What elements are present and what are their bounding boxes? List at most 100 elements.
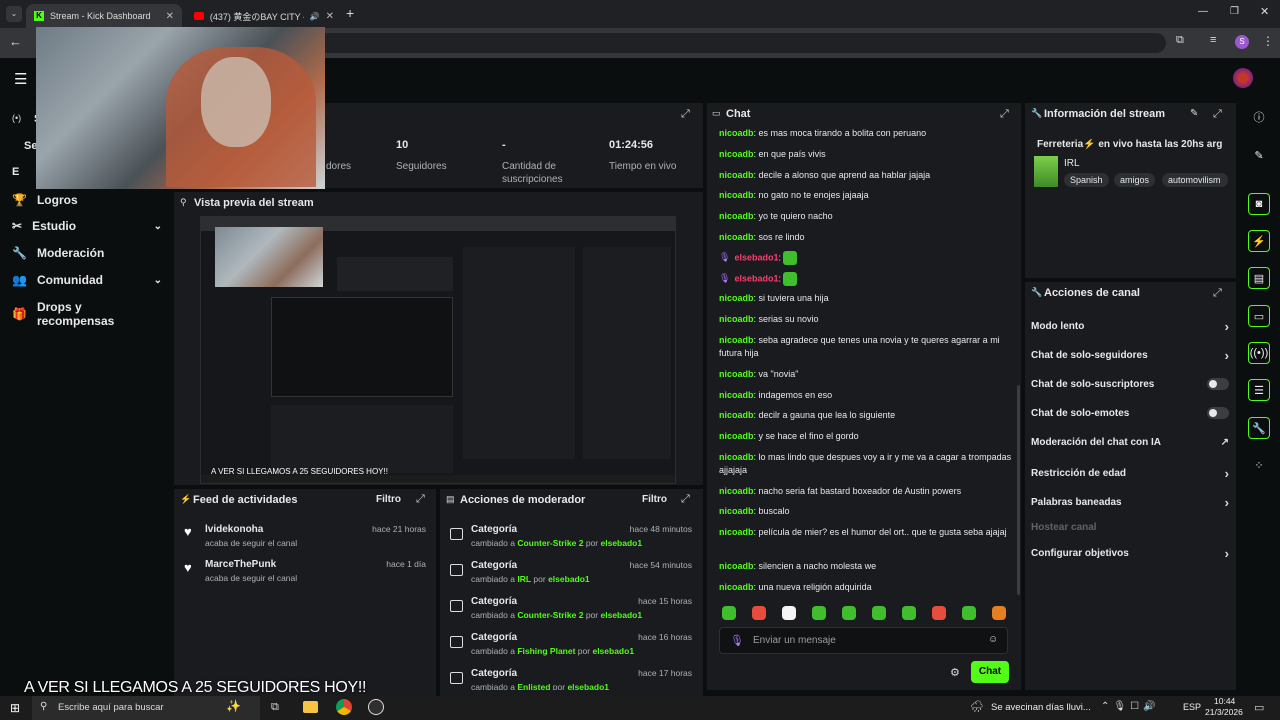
sidebar-item-estudio[interactable]: ✂ Estudio ⌄ (12, 219, 162, 233)
tool-icon[interactable]: 🔧 (1248, 417, 1270, 439)
mod-action-category[interactable]: Enlisted (517, 682, 550, 690)
browser-menu-icon[interactable]: ⋮ (1262, 34, 1274, 48)
chat-username[interactable]: nicoadb (719, 452, 754, 462)
chat-username[interactable]: nicoadb (719, 561, 754, 571)
tab-youtube[interactable]: (437) 黄金のBAY CITY - You 🔊 ✕ (186, 4, 342, 28)
tab-close-icon[interactable]: ✕ (166, 11, 174, 22)
toggle-switch[interactable] (1207, 407, 1229, 419)
expand-icon[interactable]: ⤢ (1213, 287, 1222, 300)
apps-icon[interactable]: ⁘ (1248, 454, 1270, 476)
mod-action-category[interactable]: IRL (517, 574, 531, 584)
emoji-icon[interactable]: ☺ (988, 634, 998, 645)
chat-input[interactable]: 🎙 Enviar un mensaje ☺ (719, 627, 1008, 654)
activity-filter-button[interactable]: Filtro (376, 494, 401, 505)
emote-icon[interactable] (872, 606, 886, 620)
channel-action-item[interactable]: Chat de solo-emotes (1031, 407, 1229, 419)
channel-action-item[interactable]: Palabras baneadas › (1031, 495, 1229, 510)
window-restore-icon[interactable]: ❐ (1230, 6, 1239, 17)
chat-username[interactable]: nicoadb (719, 390, 754, 400)
chat-username[interactable]: nicoadb (719, 486, 754, 496)
media-control-icon[interactable]: ≡ (1210, 34, 1216, 46)
info-icon[interactable]: ⓘ (1248, 106, 1270, 128)
windows-start-icon[interactable]: ⊞ (10, 701, 20, 715)
chat-username[interactable]: elsebado1 (734, 273, 778, 283)
sidebar-item-drops[interactable]: 🎁 Drops y recompensas (12, 300, 162, 328)
chat-username[interactable]: elsebado1 (734, 252, 778, 262)
tray-icons[interactable]: ⌃🎙☐🔊 (1101, 701, 1160, 712)
chat-username[interactable]: nicoadb (719, 335, 754, 345)
window-minimize-icon[interactable]: — (1198, 6, 1208, 17)
sidebar-item-comunidad[interactable]: 👥 Comunidad ⌄ (12, 273, 162, 287)
chrome-icon[interactable] (336, 699, 352, 715)
broadcast-icon[interactable]: ((•)) (1248, 342, 1270, 364)
mod-action-category[interactable]: Counter-Strike 2 (517, 610, 583, 620)
chat-username[interactable]: nicoadb (719, 527, 754, 537)
camera-icon[interactable]: ◙ (1248, 193, 1270, 215)
mod-action-user[interactable]: elsebado1 (592, 646, 634, 656)
chat-username[interactable]: nicoadb (719, 410, 754, 420)
chat-username[interactable]: nicoadb (719, 506, 754, 516)
chat-settings-icon[interactable]: ⚙ (950, 666, 960, 679)
chat-username[interactable]: nicoadb (719, 190, 754, 200)
hamburger-menu-icon[interactable]: ☰ (14, 70, 27, 88)
edit-pencil-icon[interactable]: ✎ (1190, 108, 1198, 119)
chat-username[interactable]: nicoadb (719, 211, 754, 221)
chat-scrollbar[interactable] (1017, 385, 1020, 595)
mod-action-user[interactable]: elsebado1 (601, 538, 643, 548)
emote-icon[interactable] (752, 606, 766, 620)
channel-action-item[interactable]: Moderación del chat con IA ↗ (1031, 437, 1229, 448)
clock-date[interactable]: 21/3/2026 (1205, 707, 1243, 717)
speaker-icon[interactable]: 🔊 (310, 12, 320, 21)
expand-icon[interactable]: ⤢ (1213, 108, 1222, 121)
chat-username[interactable]: nicoadb (719, 149, 754, 159)
channel-action-item[interactable]: Restricción de edad › (1031, 466, 1229, 481)
chat-send-button[interactable]: Chat (971, 661, 1009, 683)
emote-icon[interactable] (992, 606, 1006, 620)
emote-icon[interactable] (902, 606, 916, 620)
back-arrow-icon[interactable]: ← (9, 34, 22, 49)
chat-icon[interactable]: ▭ (1248, 305, 1270, 327)
tab-search-icon[interactable]: ⌄ (6, 6, 22, 22)
emote-icon[interactable] (782, 606, 796, 620)
sidebar-item-moderacion[interactable]: 🔧 Moderación (12, 246, 162, 260)
expand-icon[interactable]: ⤢ (416, 493, 425, 506)
taskbar-search[interactable]: ⚲ Escribe aquí para buscar ✨ (32, 696, 260, 720)
language-indicator[interactable]: ESP (1183, 702, 1201, 712)
chat-username[interactable]: nicoadb (719, 431, 754, 441)
tab-close-icon[interactable]: ✕ (326, 11, 334, 22)
mod-action-category[interactable]: Counter-Strike 2 (517, 538, 583, 548)
new-tab-button[interactable]: + (346, 5, 354, 21)
channel-action-item[interactable]: Modo lento › (1031, 319, 1229, 334)
emote-icon[interactable] (962, 606, 976, 620)
expand-icon[interactable]: ⤢ (681, 493, 690, 506)
obs-icon[interactable] (368, 699, 384, 715)
file-explorer-icon[interactable] (303, 701, 318, 713)
profile-avatar[interactable]: S (1235, 35, 1249, 49)
mod-action-category[interactable]: Fishing Planet (517, 646, 575, 656)
task-view-icon[interactable]: ⧉ (271, 701, 279, 714)
clock-time[interactable]: 10:44 (1214, 696, 1235, 706)
chat-username[interactable]: nicoadb (719, 582, 754, 592)
emote-icon[interactable] (722, 606, 736, 620)
mod-filter-button[interactable]: Filtro (642, 494, 667, 505)
window-close-icon[interactable]: ✕ (1260, 5, 1269, 18)
lightning-icon[interactable]: ⚡ (1248, 230, 1270, 252)
channel-action-item[interactable]: Configurar objetivos › (1031, 546, 1229, 561)
channel-action-item[interactable]: Chat de solo-seguidores › (1031, 348, 1229, 363)
chat-username[interactable]: nicoadb (719, 232, 754, 242)
edit-icon[interactable]: ✎ (1248, 144, 1270, 166)
notification-icon[interactable]: ▭ (1254, 701, 1264, 714)
mod-action-user[interactable]: elsebado1 (567, 682, 609, 690)
emote-icon[interactable] (842, 606, 856, 620)
expand-icon[interactable]: ⤢ (681, 108, 690, 121)
chat-username[interactable]: nicoadb (719, 369, 754, 379)
chat-username[interactable]: nicoadb (719, 128, 754, 138)
list-icon[interactable]: ☰ (1248, 379, 1270, 401)
emote-icon[interactable] (812, 606, 826, 620)
emote-icon[interactable] (932, 606, 946, 620)
mod-action-user[interactable]: elsebado1 (548, 574, 590, 584)
document-icon[interactable]: ▤ (1248, 267, 1270, 289)
user-avatar[interactable] (1233, 68, 1253, 88)
extensions-icon[interactable]: ⧉ (1176, 34, 1184, 47)
chat-username[interactable]: nicoadb (719, 170, 754, 180)
